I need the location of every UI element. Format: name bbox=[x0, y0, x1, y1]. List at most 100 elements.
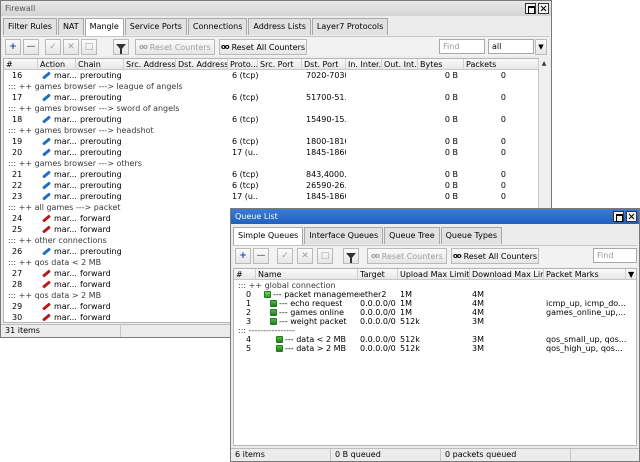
table-row[interactable]: 1 --- echo request 0.0.0.0/0 1M 4M icmp_up, i… bbox=[234, 299, 636, 308]
pencil-icon bbox=[42, 280, 51, 289]
rule-protocol: 6 (tcp) bbox=[232, 71, 258, 80]
rule-number: 22 bbox=[12, 181, 23, 190]
column-header[interactable]: Src. Port bbox=[258, 59, 302, 70]
filter-select[interactable]: all bbox=[488, 39, 534, 54]
tab-nat[interactable]: NAT bbox=[57, 18, 84, 35]
close-icon[interactable] bbox=[626, 211, 637, 222]
reset-all-counters-button[interactable]: oo Reset All Counters bbox=[219, 39, 307, 55]
comment-row[interactable]: ::: ++ games browser ---> others bbox=[4, 159, 538, 168]
firewall-tabs: Filter Rules NAT Mangle Service Ports Co… bbox=[3, 18, 389, 36]
tab-service-ports[interactable]: Service Ports bbox=[124, 18, 187, 35]
reset-counters-button[interactable]: oo Reset Counters bbox=[135, 39, 215, 55]
filter-dropdown-button[interactable]: ▼ bbox=[535, 39, 547, 55]
remove-button[interactable]: — bbox=[23, 39, 39, 55]
table-row[interactable]: 23 prerouting 17 (u... 1845-1860 mar... 0 B 0 bbox=[4, 192, 538, 201]
column-header[interactable]: Proto... bbox=[228, 59, 258, 70]
queue-find-input[interactable]: Find bbox=[593, 248, 637, 263]
comment-button[interactable]: □ bbox=[81, 39, 97, 55]
queue-number: 4 bbox=[246, 335, 252, 344]
table-row[interactable]: 18 prerouting 6 (tcp) 15490-15... mar... 0 B 0 bbox=[4, 115, 538, 124]
disable-button[interactable]: ✕ bbox=[63, 39, 79, 55]
tab-mangle[interactable]: Mangle bbox=[84, 18, 124, 36]
close-icon[interactable] bbox=[538, 3, 549, 14]
reset-counters-label: Reset Counters bbox=[381, 251, 443, 261]
reset-all-counters-label: Reset All Counters bbox=[231, 42, 306, 52]
enable-button[interactable]: ✓ bbox=[45, 39, 61, 55]
table-row[interactable]: 0 --- packet management ether2 1M 4M bbox=[234, 290, 636, 299]
column-header[interactable]: In. Inter... bbox=[346, 59, 382, 70]
column-header[interactable]: Chain bbox=[76, 59, 124, 70]
reset-oo-icon: oo bbox=[371, 252, 380, 260]
disable-queue-button[interactable]: ✕ bbox=[297, 248, 313, 264]
table-row[interactable]: 3 --- weight packet 0.0.0.0/0 512k 3M bbox=[234, 317, 636, 326]
column-header[interactable]: Dst. Address bbox=[176, 59, 228, 70]
rule-dst-port: 15490-15... bbox=[306, 115, 346, 124]
pencil-icon bbox=[42, 269, 51, 278]
comment-text: ::: ++ games browser ---> sword of angel… bbox=[8, 104, 180, 113]
column-header[interactable]: # bbox=[234, 269, 256, 280]
rule-protocol: 6 (tcp) bbox=[232, 93, 258, 102]
enable-queue-button[interactable]: ✓ bbox=[277, 248, 293, 264]
queue-reset-counters-button[interactable]: oo Reset Counters bbox=[367, 248, 447, 264]
column-header[interactable]: Name bbox=[256, 269, 358, 280]
table-row[interactable]: 4 --- data < 2 MB 0.0.0.0/0 512k 3M qos_small… bbox=[234, 335, 636, 344]
queue-list-window: Queue List Simple Queues Interface Queue… bbox=[230, 208, 640, 462]
restore-icon[interactable] bbox=[613, 211, 624, 222]
column-header[interactable]: Download Max Limit bbox=[470, 269, 544, 280]
queue-toolbar: + — ✓ ✕ □ oo Reset Counters oo Reset All C… bbox=[233, 245, 637, 267]
column-header[interactable]: Upload Max Limit bbox=[398, 269, 470, 280]
comment-row[interactable]: ::: ++ global connection bbox=[234, 281, 636, 290]
column-header[interactable]: Bytes bbox=[418, 59, 464, 70]
column-header[interactable]: # bbox=[4, 59, 38, 70]
column-header[interactable]: Action bbox=[38, 59, 76, 70]
queue-name: --- games online bbox=[270, 308, 360, 317]
tab-filter-rules[interactable]: Filter Rules bbox=[3, 18, 57, 35]
rule-packets: 0 bbox=[500, 93, 506, 102]
remove-queue-button[interactable]: — bbox=[253, 248, 269, 264]
queue-packet-marks: qos_high_up, qos... bbox=[546, 344, 623, 353]
filter-button[interactable] bbox=[113, 39, 129, 55]
add-queue-button[interactable]: + bbox=[235, 248, 251, 264]
table-row[interactable]: 16 prerouting 6 (tcp) 7020-7030 mar... 0 B 0 bbox=[4, 71, 538, 80]
table-row[interactable]: 21 prerouting 6 (tcp) 843,4000... mar... 0 B 0 bbox=[4, 170, 538, 179]
tab-queue-types[interactable]: Queue Types bbox=[440, 227, 502, 244]
column-chooser-icon[interactable]: ▼ bbox=[626, 269, 636, 280]
rule-protocol: 6 (tcp) bbox=[232, 137, 258, 146]
add-button[interactable]: + bbox=[5, 39, 21, 55]
tab-interface-queues[interactable]: Interface Queues bbox=[304, 227, 384, 244]
table-row[interactable]: 17 prerouting 6 (tcp) 51700-51... mar... 0 B 0 bbox=[4, 93, 538, 102]
tab-layer7-protocols[interactable]: Layer7 Protocols bbox=[311, 18, 389, 35]
table-row[interactable]: 20 prerouting 17 (u... 1845-1860 mar... 0 B 0 bbox=[4, 148, 538, 157]
comment-row[interactable]: ::: ++ games browser ---> league of ange… bbox=[4, 82, 538, 91]
column-header[interactable]: Dst. Port bbox=[302, 59, 346, 70]
table-row[interactable]: 2 --- games online 0.0.0.0/0 1M 4M games_onli… bbox=[234, 308, 636, 317]
queue-name: --- echo request bbox=[270, 299, 360, 308]
find-input[interactable]: Find bbox=[439, 39, 485, 54]
column-header[interactable]: Packet Marks bbox=[544, 269, 626, 280]
comment-row[interactable]: ::: ---------------- bbox=[234, 326, 636, 335]
comment-row[interactable]: ::: ++ games browser ---> headshot bbox=[4, 126, 538, 135]
table-row[interactable]: 19 prerouting 6 (tcp) 1800-1810 mar... 0 B 0 bbox=[4, 137, 538, 146]
tab-connections[interactable]: Connections bbox=[187, 18, 248, 35]
column-header[interactable]: Out. Int... bbox=[382, 59, 418, 70]
queue-target: 0.0.0.0/0 bbox=[360, 308, 396, 317]
rule-bytes: 0 B bbox=[444, 181, 458, 190]
column-header[interactable]: Src. Address bbox=[124, 59, 176, 70]
queue-download-limit: 4M bbox=[472, 290, 484, 299]
column-header[interactable]: Target bbox=[358, 269, 398, 280]
tab-address-lists[interactable]: Address Lists bbox=[248, 18, 311, 35]
tab-simple-queues[interactable]: Simple Queues bbox=[233, 227, 304, 245]
table-row[interactable]: 5 --- data > 2 MB 0.0.0.0/0 512k 3M qos_high_… bbox=[234, 344, 636, 353]
scroll-up-icon[interactable]: ▲ bbox=[539, 59, 549, 69]
column-header[interactable]: Packets bbox=[464, 59, 538, 70]
queue-list-titlebar[interactable]: Queue List bbox=[231, 209, 639, 224]
comment-queue-button[interactable]: □ bbox=[317, 248, 333, 264]
table-row[interactable]: 22 prerouting 6 (tcp) 26590-26... mar... 0 B 0 bbox=[4, 181, 538, 190]
queue-filter-button[interactable] bbox=[343, 248, 359, 264]
firewall-titlebar[interactable]: Firewall bbox=[1, 1, 551, 16]
comment-text: ::: ++ games browser ---> headshot bbox=[8, 126, 154, 135]
tab-queue-tree[interactable]: Queue Tree bbox=[384, 227, 440, 244]
comment-row[interactable]: ::: ++ games browser ---> sword of angel… bbox=[4, 104, 538, 113]
queue-reset-all-counters-button[interactable]: oo Reset All Counters bbox=[451, 248, 539, 264]
restore-icon[interactable] bbox=[525, 3, 536, 14]
